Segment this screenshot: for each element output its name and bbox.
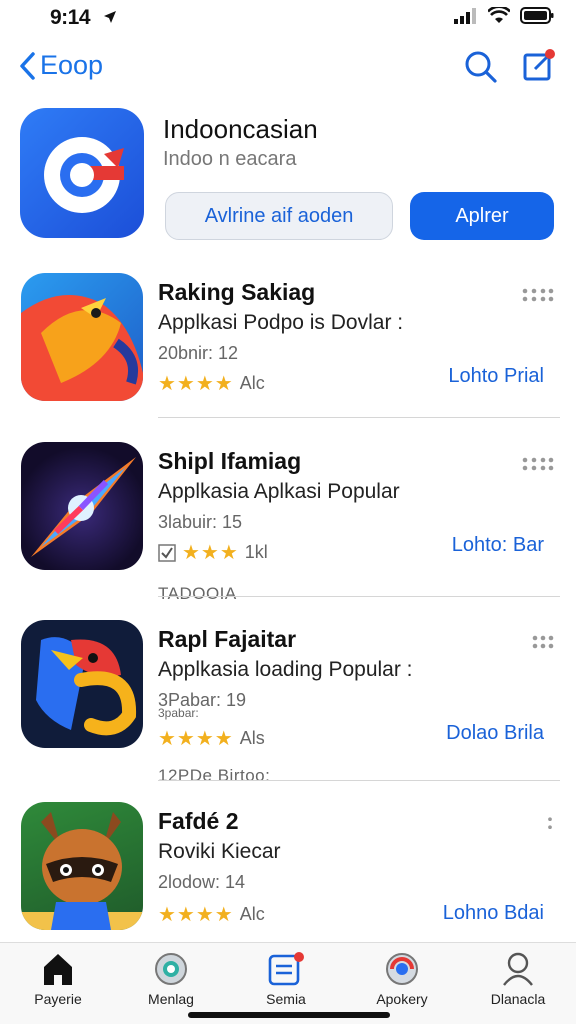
home-icon [44, 954, 72, 985]
featured-primary-button[interactable]: Aplrer [410, 192, 554, 240]
compose-button[interactable] [522, 48, 558, 89]
section-label: 12PDe Birtoo: [158, 766, 271, 785]
more-options-icon[interactable] [522, 456, 554, 472]
app-meta-secondary: 3pabar: [158, 706, 199, 720]
checkbox-icon [158, 543, 176, 562]
featured-subtitle: Indoo n eacara [163, 148, 297, 170]
rating-count: Als [239, 728, 265, 748]
divider [158, 417, 560, 418]
app-icon[interactable] [21, 442, 143, 570]
raccoon-icon [21, 812, 143, 930]
app-meta: 2lodow: 14 [158, 872, 246, 892]
more-options-icon[interactable] [522, 287, 554, 303]
bird-icon [21, 295, 143, 401]
featured-app-icon[interactable] [20, 108, 144, 238]
app-row[interactable]: Shipl Ifamiag Applkasia Aplkasi Popular … [0, 442, 576, 612]
app-description: Roviki Kiecar [158, 840, 281, 863]
star-rating: ★★★★ [158, 373, 234, 395]
home-indicator[interactable] [188, 1012, 390, 1018]
tab-apokery[interactable]: Apokery [352, 951, 452, 1007]
app-action-link[interactable]: Lohto: Bar [452, 534, 544, 557]
app-rating: ★★★★ Als [158, 726, 265, 751]
rating-count: Alc [239, 904, 265, 924]
status-icons [454, 7, 554, 24]
rating-count: Alc [239, 373, 265, 393]
featured-title: Indooncasian [163, 114, 318, 144]
rating-count: 1kl [244, 542, 268, 562]
more-options-icon[interactable] [546, 816, 554, 832]
app-description: Applkasia Aplkasi Popular [158, 480, 400, 503]
app-name: Fafdé 2 [158, 808, 239, 834]
tab-semia[interactable]: Semia [236, 951, 336, 1007]
tab-menlag[interactable]: Menlag [121, 951, 221, 1007]
app-action-link[interactable]: Dolao Brila [446, 722, 544, 745]
app-name: Shipl Ifamiag [158, 448, 302, 474]
character-icon [36, 637, 137, 736]
games-icon [155, 953, 187, 985]
signal-icon [454, 7, 476, 24]
app-action-link[interactable]: Lohto Prial [448, 365, 544, 388]
section-label: TADOOIA [158, 584, 237, 603]
divider [158, 780, 560, 781]
status-time: 9:14 [50, 6, 91, 29]
compose-icon [523, 49, 555, 81]
divider [158, 596, 560, 597]
compass-icon [31, 457, 136, 557]
star-rating: ★★★★ [158, 728, 234, 750]
g-logo-icon [44, 137, 124, 213]
back-button[interactable]: Eoop [18, 50, 103, 81]
star-rating: ★★★ [182, 542, 239, 564]
nav-bar: Eoop [0, 44, 576, 96]
account-icon [503, 952, 533, 986]
apps-icon [386, 953, 418, 985]
search-button[interactable] [464, 50, 498, 89]
app-rating: ★★★ 1kl [158, 540, 268, 565]
list-icon [268, 952, 304, 986]
wifi-icon [488, 7, 510, 23]
star-rating: ★★★★ [158, 904, 234, 926]
app-description: Applkasia loading Popular : [158, 658, 413, 681]
app-action-link[interactable]: Lohno Bdai [443, 902, 544, 925]
back-label: Eoop [40, 50, 104, 80]
battery-icon [520, 7, 554, 24]
status-bar: 9:14 [0, 0, 576, 36]
tab-payerie[interactable]: Payerie [8, 951, 108, 1007]
location-arrow-icon [104, 11, 116, 23]
app-name: Raking Sakiag [158, 279, 316, 305]
app-meta: 3labuir: 15 [158, 512, 243, 532]
app-row[interactable]: Rapl Fajaitar Applkasia loading Popular … [0, 620, 576, 790]
tab-dlanacla[interactable]: Dlanacla [468, 951, 568, 1007]
app-meta: 20bnir: 12 [158, 343, 239, 363]
search-icon [465, 51, 497, 83]
tab-label: Menlag [148, 991, 194, 1007]
more-options-icon[interactable] [532, 634, 554, 650]
app-rating: ★★★★ Alc [158, 371, 265, 396]
app-icon[interactable] [21, 273, 143, 401]
tab-label: Semia [266, 991, 306, 1007]
app-icon[interactable] [21, 802, 143, 930]
featured-secondary-button[interactable]: Avlrine aif aoden [165, 192, 393, 240]
app-icon[interactable] [21, 620, 143, 748]
tab-label: Apokery [376, 991, 428, 1007]
app-description: Applkasi Podpo is Dovlar : [158, 311, 404, 334]
app-name: Rapl Fajaitar [158, 626, 297, 652]
tab-label: Payerie [34, 991, 82, 1007]
chevron-left-icon [20, 51, 35, 80]
featured-app: Indooncasian Indoo n eacara Avlrine aif … [20, 108, 560, 243]
app-rating: ★★★★ Alc [158, 902, 265, 927]
tab-label: Dlanacla [490, 991, 546, 1007]
